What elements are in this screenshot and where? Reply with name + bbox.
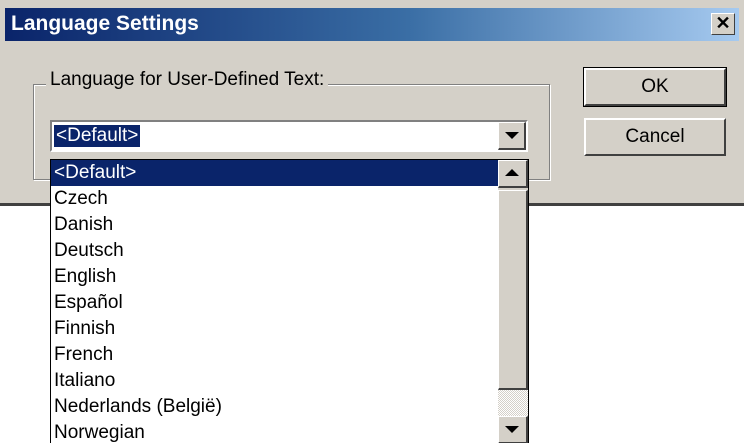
arrow-up-icon: [505, 169, 519, 176]
language-option[interactable]: Nederlands (België): [51, 394, 499, 420]
close-icon: ✕: [715, 13, 731, 33]
language-option[interactable]: Deutsch: [51, 238, 499, 264]
chevron-down-icon: [505, 132, 519, 139]
language-option[interactable]: Czech: [51, 186, 499, 212]
language-option[interactable]: <Default>: [51, 160, 499, 186]
scroll-down-button[interactable]: [498, 416, 528, 443]
close-button[interactable]: ✕: [711, 13, 735, 35]
scroll-up-button[interactable]: [498, 160, 528, 188]
language-option[interactable]: English: [51, 264, 499, 290]
language-option[interactable]: Norwegian: [51, 420, 499, 443]
language-option[interactable]: Danish: [51, 212, 499, 238]
group-label: Language for User-Defined Text:: [46, 69, 329, 91]
combo-selected-value: <Default>: [54, 125, 141, 147]
scroll-track[interactable]: [498, 390, 528, 416]
language-combobox[interactable]: <Default>: [50, 120, 528, 152]
language-option[interactable]: Español: [51, 290, 499, 316]
window-title: Language Settings: [11, 12, 199, 35]
language-option[interactable]: Italiano: [51, 368, 499, 394]
cancel-button[interactable]: Cancel: [584, 118, 726, 156]
scroll-thumb[interactable]: [498, 190, 528, 390]
arrow-down-icon: [505, 426, 519, 433]
language-option[interactable]: French: [51, 342, 499, 368]
language-option[interactable]: Finnish: [51, 316, 499, 342]
title-bar[interactable]: Language Settings ✕: [5, 8, 739, 41]
combo-dropdown-button[interactable]: [498, 122, 526, 150]
language-list: <Default> Czech Danish Deutsch English Españo…: [51, 160, 499, 443]
ok-button[interactable]: OK: [583, 67, 727, 107]
dropdown-scrollbar[interactable]: [498, 160, 528, 443]
language-dropdown-list: <Default> Czech Danish Deutsch English Españo…: [50, 159, 529, 443]
